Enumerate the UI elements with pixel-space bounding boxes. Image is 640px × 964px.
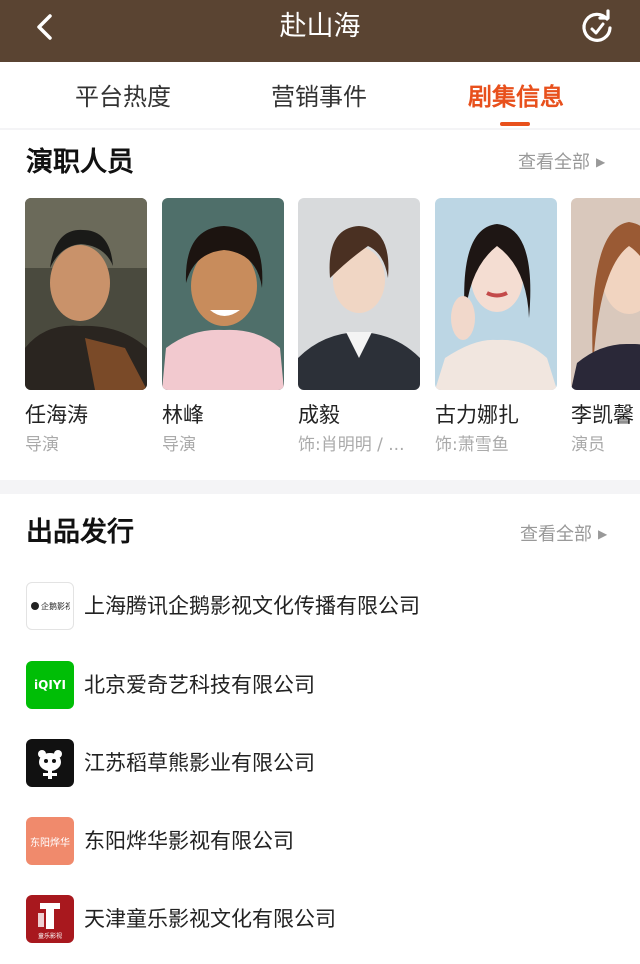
person-name: 林峰: [162, 403, 204, 427]
company-item[interactable]: 企鹅影视 上海腾讯企鹅影视文化传播有限公司: [26, 582, 626, 632]
person-photo: [25, 198, 147, 390]
person-name: 古力娜扎: [435, 403, 519, 427]
cast-view-all-label: 查看全部: [518, 152, 590, 173]
tab-marketing-events[interactable]: 营销事件: [271, 82, 367, 112]
iqiyi-logo: iQIYI: [26, 661, 74, 709]
triangle-right-icon: ▶: [596, 155, 606, 169]
cast-card[interactable]: 古力娜扎 饰:萧雪鱼: [435, 198, 557, 456]
cast-card[interactable]: 成毅 饰:肖明明 / ...: [298, 198, 420, 456]
company-logo-text: iQIYI: [34, 678, 66, 692]
cast-card[interactable]: 李凯馨 演员: [571, 198, 640, 456]
production-view-all-link[interactable]: 查看全部 ▶: [520, 522, 607, 547]
company-name: 东阳烨华影视有限公司: [84, 829, 294, 853]
tab-series-info[interactable]: 剧集信息: [468, 82, 564, 112]
company-logo-text: 企鹅影视: [41, 601, 70, 611]
straw-bear-logo: [26, 739, 74, 787]
person-name: 成毅: [298, 403, 340, 427]
dongyang-yehua-logo: 东阳烨华: [26, 817, 74, 865]
company-item[interactable]: iQIYI 北京爱奇艺科技有限公司: [26, 661, 626, 711]
cast-card[interactable]: 林峰 导演: [162, 198, 284, 456]
production-view-all-label: 查看全部: [520, 524, 592, 545]
cast-card[interactable]: 任海涛 导演: [25, 198, 147, 456]
person-role: 饰:肖明明 / ...: [298, 435, 405, 455]
person-role: 饰:萧雪鱼: [435, 435, 509, 455]
company-item[interactable]: 江苏稻草熊影业有限公司: [26, 739, 626, 789]
person-name: 任海涛: [25, 403, 88, 427]
triangle-right-icon: ▶: [598, 527, 608, 541]
cast-section-title: 演职人员: [26, 147, 134, 178]
tab-bar: 平台热度 营销事件 剧集信息: [0, 62, 640, 128]
production-section-title: 出品发行: [26, 517, 134, 548]
company-logo-text: 东阳烨华: [30, 837, 70, 849]
refresh-icon[interactable]: [578, 9, 616, 47]
top-bar: 赴山海: [0, 0, 640, 62]
company-logo-text: 童乐影视: [38, 932, 62, 940]
company-name: 江苏稻草熊影业有限公司: [84, 751, 315, 775]
active-tab-indicator: [500, 122, 530, 126]
person-role: 导演: [162, 435, 196, 455]
person-role: 导演: [25, 435, 59, 455]
company-name: 天津童乐影视文化有限公司: [84, 907, 336, 931]
tongle-film-logo: 童乐影视: [26, 895, 74, 943]
person-photo: [298, 198, 420, 390]
person-photo: [162, 198, 284, 390]
person-role: 演员: [571, 435, 605, 455]
person-photo: [571, 198, 640, 390]
production-section: 出品发行 查看全部 ▶ 企鹅影视 上海腾讯企鹅影视文化传播有限公司 iQIYI 北…: [0, 494, 640, 964]
tab-platform-heat[interactable]: 平台热度: [75, 82, 171, 112]
person-name: 李凯馨: [571, 403, 634, 427]
company-item[interactable]: 东阳烨华 东阳烨华影视有限公司: [26, 817, 626, 867]
company-name: 上海腾讯企鹅影视文化传播有限公司: [84, 594, 420, 618]
company-name: 北京爱奇艺科技有限公司: [84, 673, 315, 697]
tencent-penguin-logo: 企鹅影视: [26, 582, 74, 630]
page-title: 赴山海: [279, 11, 361, 42]
cast-section: 演职人员 查看全部 ▶ 任海涛 导演 林峰 导演 成毅 饰:肖明明 / ... …: [0, 130, 640, 480]
company-item[interactable]: 童乐影视 天津童乐影视文化有限公司: [26, 895, 626, 945]
cast-view-all-link[interactable]: 查看全部 ▶: [518, 150, 605, 175]
person-photo: [435, 198, 557, 390]
